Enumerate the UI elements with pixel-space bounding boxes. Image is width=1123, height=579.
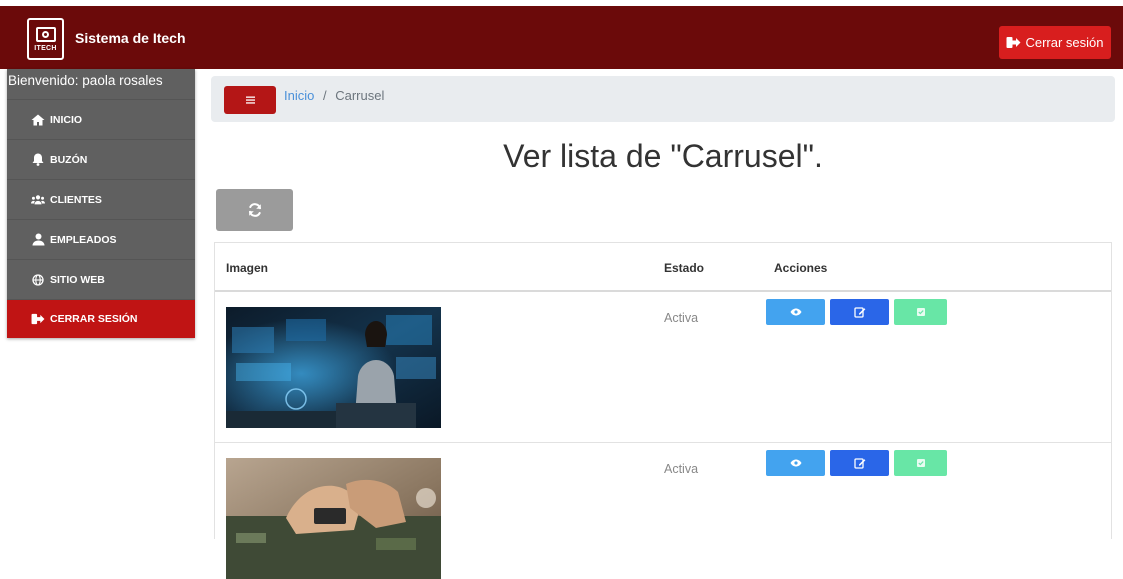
breadcrumb-separator: /: [322, 88, 327, 103]
activate-button[interactable]: [894, 450, 947, 476]
carousel-image-circuit: [226, 458, 441, 579]
logo-text: ITECH: [34, 44, 57, 52]
sidebar-item-inicio[interactable]: INICIO: [7, 100, 195, 140]
sign-out-icon: [1006, 37, 1021, 48]
brand-title[interactable]: Sistema de Itech: [75, 30, 186, 46]
view-button[interactable]: [766, 450, 825, 476]
sidebar-item-empleados[interactable]: EMPLEADOS: [7, 220, 195, 260]
status-text: Activa: [664, 462, 699, 476]
page-title: Ver lista de "Carrusel".: [503, 138, 823, 174]
top-navbar: ITECH Sistema de Itech Cerrar sesión: [0, 0, 1123, 69]
edit-icon: [853, 458, 865, 469]
eye-icon: [790, 459, 801, 467]
check-icon: [916, 459, 925, 467]
logout-button[interactable]: Cerrar sesión: [999, 26, 1111, 59]
sidebar-item-sitio-web[interactable]: SITIO WEB: [7, 260, 195, 300]
sidebar-item-label: BUZÓN: [50, 153, 88, 166]
monitor-icon: [35, 26, 56, 42]
sidebar-toggle-button[interactable]: [224, 86, 276, 114]
breadcrumb-bar: Inicio / Carrusel: [211, 76, 1115, 122]
home-icon: [31, 113, 45, 127]
breadcrumb-current: Carrusel: [335, 88, 385, 103]
edit-icon: [853, 307, 865, 318]
edit-button[interactable]: [830, 299, 889, 325]
edit-button[interactable]: [830, 450, 889, 476]
bell-icon: [31, 153, 45, 167]
carousel-table: Imagen Estado Acciones Activa Activa: [214, 242, 1112, 579]
sidebar-item-label: EMPLEADOS: [50, 233, 117, 246]
activate-button[interactable]: [894, 299, 947, 325]
column-header-estado: Estado: [664, 261, 705, 275]
sidebar-item-label: CERRAR SESIÓN: [50, 313, 138, 325]
view-button[interactable]: [766, 299, 825, 325]
column-header-imagen: Imagen: [226, 261, 269, 275]
logout-label: Cerrar sesión: [1025, 35, 1104, 50]
check-icon: [916, 308, 925, 316]
globe-icon: [31, 273, 45, 287]
breadcrumb: Inicio / Carrusel: [284, 88, 384, 103]
hamburger-icon: [245, 96, 255, 104]
sign-out-icon: [31, 312, 45, 326]
refresh-icon: [248, 203, 261, 217]
user-icon: [31, 233, 45, 247]
table-row: Activa: [215, 293, 1111, 443]
sidebar: Bienvenido: paola rosales INICIO BUZÓN C…: [7, 69, 195, 338]
status-text: Activa: [664, 311, 699, 325]
carousel-image-holographic: [226, 307, 441, 428]
sidebar-item-label: INICIO: [50, 113, 83, 126]
column-header-acciones: Acciones: [774, 261, 828, 275]
breadcrumb-link-inicio[interactable]: Inicio: [284, 88, 314, 103]
table-header: Imagen Estado Acciones: [215, 243, 1111, 292]
sidebar-item-label: SITIO WEB: [50, 273, 105, 286]
sidebar-item-label: CLIENTES: [50, 193, 102, 206]
welcome-text: Bienvenido: paola rosales: [7, 69, 195, 100]
itech-logo: ITECH: [27, 18, 64, 60]
eye-icon: [790, 308, 801, 316]
sidebar-item-clientes[interactable]: CLIENTES: [7, 180, 195, 220]
users-icon: [31, 193, 45, 207]
sidebar-item-cerrar-sesion[interactable]: CERRAR SESIÓN: [7, 300, 195, 338]
refresh-button[interactable]: [216, 189, 293, 231]
sidebar-item-buzon[interactable]: BUZÓN: [7, 140, 195, 180]
table-row: Activa: [215, 444, 1111, 579]
